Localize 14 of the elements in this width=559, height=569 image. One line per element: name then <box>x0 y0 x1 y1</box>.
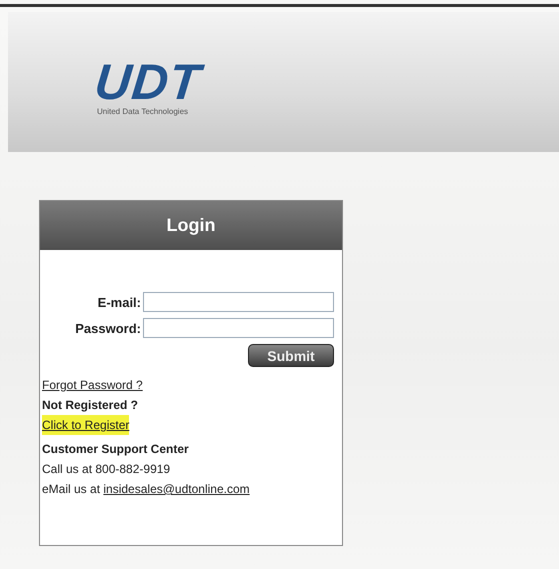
email-prefix: eMail us at <box>42 482 100 496</box>
field-label: E-mail: <box>98 294 141 310</box>
submit-button[interactable]: Submit <box>248 344 334 367</box>
forgot-password-link[interactable]: Forgot Password ? <box>42 375 143 395</box>
register-heading: Not Registered ? <box>42 397 140 414</box>
logo-mark: UDT <box>92 59 204 105</box>
phone-text: Call us at 800-882-9919 <box>42 461 172 478</box>
input-field[interactable] <box>143 318 334 338</box>
logo-tagline: United Data Technologies <box>97 107 188 116</box>
input-field[interactable] <box>143 292 334 312</box>
panel-title: Login <box>40 201 342 250</box>
email-link[interactable]: insidesales@udtonline.com <box>103 482 250 496</box>
support-heading: Customer Support Center <box>42 441 190 458</box>
field-label: Password: <box>75 320 141 336</box>
